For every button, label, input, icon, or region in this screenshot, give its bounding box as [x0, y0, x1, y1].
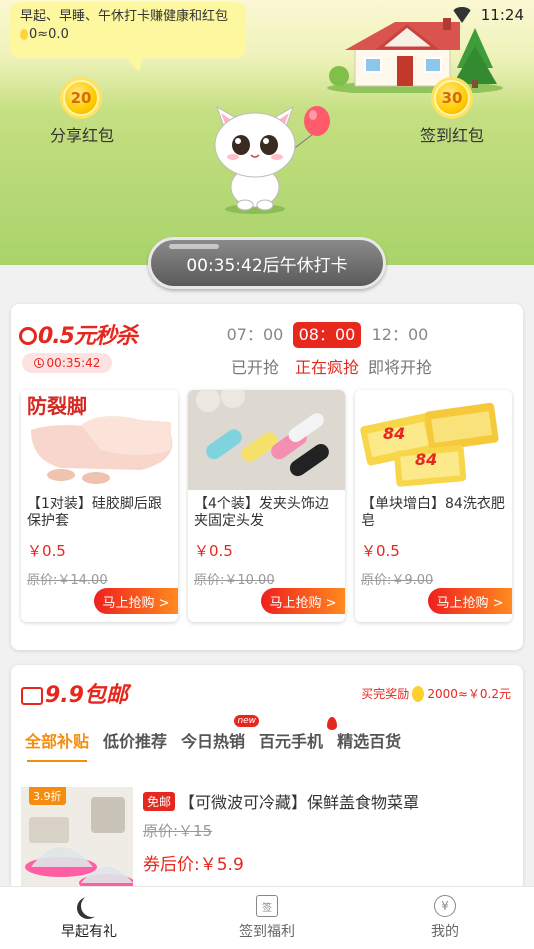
nav-mine[interactable]: ¥ 我的 [356, 887, 534, 949]
calendar-icon-text: 签 [262, 902, 272, 914]
deal-title-text: 【可微波可冷藏】保鲜盖食物菜罩 [179, 793, 420, 812]
deal-image: 3.9折 [21, 787, 133, 897]
cat-mascot [214, 105, 330, 214]
coin-icon [20, 29, 28, 40]
calendar-icon: 签 [256, 895, 278, 917]
timer-text: 00:35:42后午休打卡 [186, 255, 348, 276]
tab-label: 全部补贴 [25, 732, 90, 751]
flash-product-card[interactable]: 防裂脚 【1对装】硅胶脚后跟保护套 ￥0.5 原价:￥14.00 马上抢购 > [21, 390, 178, 622]
flash-sale-logo: 0.5元秒杀 [19, 318, 138, 350]
alarm-clock-icon [33, 358, 44, 368]
slot-status: 即将开抢 [367, 358, 432, 377]
intro-speech-bubble: 早起、早睡、午休打卡赚健康和红包 0≈0.0 [10, 2, 246, 58]
time-slot-0800[interactable]: 08：00 正在疯抢 [287, 322, 367, 378]
bubble-text: 早起、早睡、午休打卡赚健康和红包 [20, 9, 229, 24]
deal-item[interactable]: 3.9折 免邮 【可微波可冷藏】保鲜盖食物菜罩 原价:￥15 券后价:￥5.9 [21, 787, 511, 897]
signin-coin-value: 30 [441, 89, 463, 107]
tab-label: 低价推荐 [103, 732, 168, 751]
stopwatch-icon [19, 327, 37, 345]
slot-time: 08：00 [292, 322, 362, 348]
flash-product-card[interactable]: 84 84 【单块增白】84洗衣肥皂 ￥0.5 原价:￥9.00 马上抢购 > [355, 390, 512, 622]
buy-now-button[interactable]: 马上抢购 > [94, 588, 178, 614]
slot-status: 正在疯抢 [294, 358, 359, 377]
deal-title: 免邮 【可微波可冷藏】保鲜盖食物菜罩 [143, 789, 419, 813]
tab-hot-today[interactable]: 今日热销 new [175, 715, 260, 757]
bubble-value: 0≈0.0 [29, 27, 69, 42]
image-caption: 84 [415, 450, 438, 469]
gold-coin-icon [412, 685, 425, 702]
hero-banner: 11:24 早起、早睡、午休打卡赚健康和红包0≈0.0 20 分享红包 30 签… [0, 0, 534, 289]
slot-time: 12：00 [371, 325, 429, 344]
product-original-price: 原价:￥14.00 [27, 573, 108, 588]
slot-status: 已开抢 [230, 358, 279, 377]
product-title: 【4个装】发夹头饰边夹固定头发 [194, 496, 329, 529]
house-illustration [327, 18, 503, 93]
nav-label: 早起有礼 [61, 924, 117, 940]
product-price: ￥0.5 [27, 542, 66, 560]
deal-coupon-price: 券后价:￥5.9 [143, 855, 244, 875]
share-coin-value: 20 [70, 89, 92, 107]
tab-low-price[interactable]: 低价推荐 [97, 723, 173, 757]
nav-checkin-benefits[interactable]: 签 签到福利 [178, 887, 356, 949]
category-tabs: 全部补贴 低价推荐 今日热销 new 百元手机 精选百货 [19, 715, 409, 762]
product-price: ￥0.5 [194, 542, 233, 560]
nap-checkin-timer[interactable]: 00:35:42后午休打卡 [148, 237, 386, 289]
reward-label: 买完奖励 [361, 687, 410, 701]
product-title: 【单块增白】84洗衣肥皂 [361, 496, 505, 529]
discount-badge: 3.9折 [29, 787, 66, 805]
signin-redpacket-label[interactable]: 签到红包 [402, 122, 502, 146]
buy-now-button[interactable]: 马上抢购 > [261, 588, 345, 614]
flash-countdown: 00:35:42 [22, 353, 112, 373]
buy-now-button[interactable]: 马上抢购 > [428, 588, 512, 614]
bottom-nav: 早起有礼 签 签到福利 ¥ 我的 [0, 886, 534, 949]
product-image: 84 84 [355, 390, 512, 490]
pill-shine [169, 244, 219, 249]
share-redpacket-label[interactable]: 分享红包 [32, 122, 132, 146]
product-image: 防裂脚 [21, 390, 178, 490]
time-slot-1200[interactable]: 12：00 即将开抢 [360, 322, 440, 378]
product-original-price: 原价:￥10.00 [194, 573, 275, 588]
tab-label: 今日热销 [181, 732, 246, 751]
tab-all-subsidy[interactable]: 全部补贴 [19, 723, 95, 762]
nav-early-rise[interactable]: 早起有礼 [0, 887, 178, 949]
product-title: 【1对装】硅胶脚后跟保护套 [27, 496, 162, 529]
slot-time: 07：00 [226, 325, 284, 344]
deal-original-price: 原价:￥15 [143, 822, 213, 840]
yen-icon: ¥ [434, 895, 456, 917]
yen-icon-text: ¥ [441, 899, 449, 913]
tab-general-goods[interactable]: 精选百货 [331, 723, 407, 757]
product-image [188, 390, 345, 490]
countdown-text: 00:35:42 [46, 356, 101, 370]
time-slot-0700[interactable]: 07：00 已开抢 [215, 322, 295, 378]
nav-label: 签到福利 [239, 924, 295, 940]
flash-sale-logo-text: 0.5元秒杀 [38, 324, 138, 349]
free-shipping-card: 9.9包邮 买完奖励 2000≈￥0.2元 全部补贴 低价推荐 今日热销 new … [11, 665, 523, 905]
flash-sale-card: 0.5元秒杀 00:35:42 07：00 已开抢 08：00 正在疯抢 12：… [11, 304, 523, 650]
moon-icon [81, 895, 103, 917]
flash-product-card[interactable]: 【4个装】发夹头饰边夹固定头发 ￥0.5 原价:￥10.00 马上抢购 > [188, 390, 345, 622]
share-coin[interactable]: 20 [63, 80, 99, 116]
truck-icon [21, 687, 43, 705]
tab-phones[interactable]: 百元手机 [253, 717, 338, 757]
nav-label: 我的 [431, 924, 459, 940]
free-shipping-logo: 9.9包邮 [21, 677, 128, 709]
free-shipping-logo-text: 9.9包邮 [45, 683, 128, 708]
tab-label: 百元手机 [259, 732, 324, 751]
product-price: ￥0.5 [361, 542, 400, 560]
product-original-price: 原价:￥9.00 [361, 573, 434, 588]
free-shipping-tag: 免邮 [143, 791, 176, 811]
reward-value: 2000≈￥0.2元 [427, 687, 511, 701]
tab-label: 精选百货 [337, 732, 402, 751]
image-caption: 84 [383, 424, 406, 443]
purchase-reward: 买完奖励 2000≈￥0.2元 [361, 685, 511, 702]
signin-coin[interactable]: 30 [434, 80, 470, 116]
